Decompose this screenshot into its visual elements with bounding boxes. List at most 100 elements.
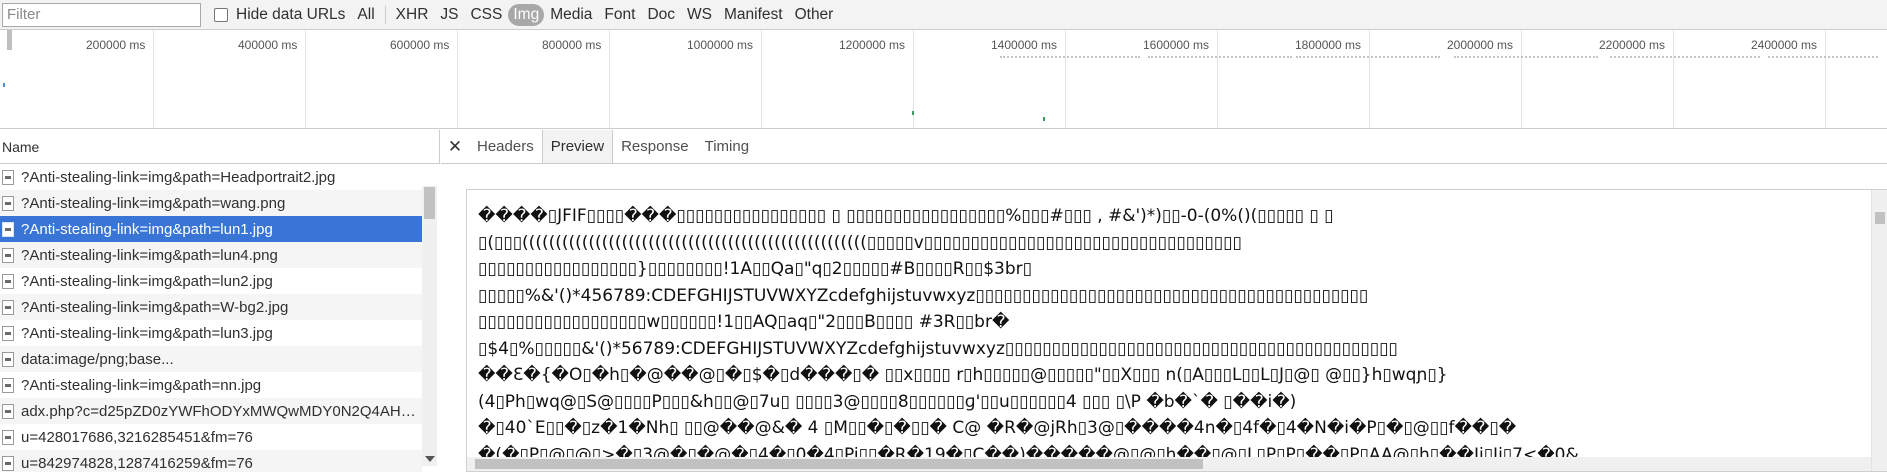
request-name: data:image/png;base... bbox=[21, 350, 174, 368]
overview-request-bars bbox=[1454, 56, 1598, 58]
request-row[interactable]: u=428017686,3216285451&fm=76 bbox=[0, 424, 422, 450]
document-file-icon bbox=[2, 455, 14, 471]
preview-line: ▯▯▯▯▯▯▯▯▯▯▯▯▯▯▯▯▯▯w▯▯▯▯▯▯!1▯▯AQ▯aq▯"2▯▯▯… bbox=[478, 312, 1010, 332]
overview-request-bars bbox=[1000, 56, 1140, 58]
request-row[interactable]: ?Anti-stealing-link=img&path=Headportrai… bbox=[0, 164, 422, 190]
request-row-selected[interactable]: ?Anti-stealing-link=img&path=lun1.jpg bbox=[0, 216, 422, 242]
request-row[interactable]: ?Anti-stealing-link=img&path=nn.jpg bbox=[0, 372, 422, 398]
request-row[interactable]: ?Anti-stealing-link=img&path=W-bg2.jpg bbox=[0, 294, 422, 320]
preview-line: (4▯Ph▯wq@▯S@▯▯▯▯P▯▯▯&h▯▯@▯7u▯ ▯▯▯▯3@▯▯▯▯… bbox=[478, 391, 1297, 412]
type-filter-img[interactable]: Img bbox=[508, 3, 545, 26]
overview-request-marker bbox=[912, 111, 914, 115]
preview-horizontal-scrollbar[interactable] bbox=[467, 457, 1871, 471]
overview-tick-label: 800000 ms bbox=[542, 38, 602, 52]
overview-request-bars bbox=[1296, 56, 1440, 58]
name-column-header[interactable]: Name bbox=[0, 130, 440, 164]
type-filter-other[interactable]: Other bbox=[789, 4, 840, 26]
overview-request-bars bbox=[1768, 56, 1878, 58]
request-row[interactable]: u=842974828,1287416259&fm=76 bbox=[0, 450, 422, 472]
network-filter-bar: Hide data URLs All XHR JS CSS Img Media … bbox=[0, 0, 1887, 30]
image-file-icon bbox=[2, 247, 14, 263]
overview-request-bars bbox=[1148, 56, 1292, 58]
request-name: ?Anti-stealing-link=img&path=lun3.jpg bbox=[21, 324, 273, 342]
request-row[interactable]: ?Anti-stealing-link=img&path=lun2.jpg bbox=[0, 268, 422, 294]
preview-content: ����▯JFIF▯▯▯▯���▯▯▯▯▯▯▯▯▯▯▯▯▯▯▯▯ ▯ ▯▯▯▯▯… bbox=[478, 203, 1878, 468]
overview-gridline bbox=[457, 30, 458, 128]
preview-text-box[interactable]: ����▯JFIF▯▯▯▯���▯▯▯▯▯▯▯▯▯▯▯▯▯▯▯▯ ▯ ▯▯▯▯▯… bbox=[466, 189, 1887, 472]
request-list-scroll-thumb[interactable] bbox=[424, 187, 435, 219]
preview-line: ��Ɛ�{�O▯�h▯�@��@▯�▯$�▯d���▯� ▯▯x▯▯▯▯ r▯h… bbox=[478, 365, 1448, 385]
type-filter-css[interactable]: CSS bbox=[464, 4, 508, 26]
type-filter-font[interactable]: Font bbox=[598, 4, 641, 26]
overview-gridline bbox=[153, 30, 154, 128]
overview-gridline bbox=[1673, 30, 1674, 128]
request-name: ?Anti-stealing-link=img&path=lun1.jpg bbox=[21, 220, 273, 238]
image-file-icon bbox=[2, 325, 14, 341]
scroll-down-arrow-icon[interactable] bbox=[425, 456, 435, 462]
preview-line: �▯40`E▯▯�▯z�1�Nh▯ ▯▯@��@&� 4 ▯M▯▯�▯�▯▯� … bbox=[478, 418, 1517, 438]
overview-request-marker bbox=[3, 83, 5, 87]
filter-input[interactable] bbox=[2, 2, 201, 27]
overview-gridline bbox=[761, 30, 762, 128]
image-file-icon bbox=[2, 377, 14, 393]
type-filter-all[interactable]: All bbox=[351, 4, 380, 26]
request-row[interactable]: ?Anti-stealing-link=img&path=lun3.jpg bbox=[0, 320, 422, 346]
preview-line: ▯$4▯%▯▯▯▯▯&'()*56789:CDEFGHIJSTUVWXYZcde… bbox=[478, 338, 1398, 359]
overview-tick-label: 1000000 ms bbox=[687, 38, 754, 52]
image-file-icon bbox=[2, 195, 14, 211]
type-filter-ws[interactable]: WS bbox=[681, 4, 718, 26]
document-file-icon bbox=[2, 429, 14, 445]
overview-gridline bbox=[305, 30, 306, 128]
overview-tick-label: 1400000 ms bbox=[991, 38, 1058, 52]
detail-tab-bar: ✕ Headers Preview Response Timing bbox=[441, 130, 1887, 164]
type-filter-js[interactable]: JS bbox=[434, 4, 464, 26]
overview-tick-label: 1800000 ms bbox=[1295, 38, 1362, 52]
type-filter-separator bbox=[384, 5, 386, 24]
overview-request-marker bbox=[1043, 117, 1045, 121]
overview-gridline bbox=[1369, 30, 1370, 128]
tab-timing[interactable]: Timing bbox=[697, 130, 757, 163]
request-name: ?Anti-stealing-link=img&path=wang.png bbox=[21, 194, 286, 212]
preview-vertical-scroll-thumb[interactable] bbox=[1875, 212, 1885, 224]
overview-left-handle[interactable] bbox=[7, 30, 12, 50]
overview-tick-label: 2200000 ms bbox=[1599, 38, 1666, 52]
request-row[interactable]: data:image/png;base... bbox=[0, 346, 422, 372]
close-icon[interactable]: ✕ bbox=[441, 130, 469, 163]
request-row[interactable]: adx.php?c=d25pZD0zYWFhODYxMWQwMDY0N2Q4AH… bbox=[0, 398, 422, 424]
preview-horizontal-scroll-thumb[interactable] bbox=[475, 459, 1203, 469]
hide-data-urls-toggle[interactable]: Hide data URLs bbox=[214, 3, 345, 27]
type-filter-doc[interactable]: Doc bbox=[641, 4, 681, 26]
overview-request-bars bbox=[1610, 56, 1760, 58]
resource-type-filters: All XHR JS CSS Img Media Font Doc WS Man… bbox=[351, 3, 839, 27]
tab-preview[interactable]: Preview bbox=[541, 130, 614, 163]
overview-tick-label: 1200000 ms bbox=[839, 38, 906, 52]
request-name: adx.php?c=d25pZD0zYWFhODYxMWQwMDY0N2Q4AH… bbox=[21, 402, 422, 420]
request-list: ?Anti-stealing-link=img&path=Headportrai… bbox=[0, 164, 422, 472]
image-file-icon bbox=[2, 169, 14, 185]
tab-headers[interactable]: Headers bbox=[469, 130, 542, 163]
request-row[interactable]: ?Anti-stealing-link=img&path=lun4.png bbox=[0, 242, 422, 268]
image-file-icon bbox=[2, 273, 14, 289]
preview-vertical-scrollbar[interactable] bbox=[1871, 190, 1887, 471]
type-filter-xhr[interactable]: XHR bbox=[390, 4, 435, 26]
overview-gridline bbox=[1825, 30, 1826, 128]
overview-gridline bbox=[1217, 30, 1218, 128]
type-filter-media[interactable]: Media bbox=[544, 4, 598, 26]
hide-data-urls-checkbox[interactable] bbox=[214, 7, 228, 22]
tab-response[interactable]: Response bbox=[613, 130, 697, 163]
hide-data-urls-label: Hide data URLs bbox=[236, 5, 346, 23]
request-row[interactable]: ?Anti-stealing-link=img&path=wang.png bbox=[0, 190, 422, 216]
preview-line: ����▯JFIF▯▯▯▯���▯▯▯▯▯▯▯▯▯▯▯▯▯▯▯▯ ▯ ▯▯▯▯▯… bbox=[478, 206, 1334, 226]
overview-tick-label: 1600000 ms bbox=[1143, 38, 1210, 52]
type-filter-manifest[interactable]: Manifest bbox=[718, 4, 789, 26]
request-list-scrollbar[interactable] bbox=[422, 186, 437, 466]
overview-tick-label: 200000 ms bbox=[86, 38, 146, 52]
network-overview-timeline[interactable]: 200000 ms 400000 ms 600000 ms 800000 ms … bbox=[0, 30, 1887, 129]
image-file-icon bbox=[2, 221, 14, 237]
preview-line: ▯▯▯▯▯▯▯▯▯▯▯▯▯▯▯▯▯}▯▯▯▯▯▯▯▯!1A▯▯Qa▯"q▯2▯▯… bbox=[478, 259, 1032, 279]
request-name: ?Anti-stealing-link=img&path=lun2.jpg bbox=[21, 272, 273, 290]
overview-gridline bbox=[1065, 30, 1066, 128]
request-name: ?Anti-stealing-link=img&path=Headportrai… bbox=[21, 168, 336, 186]
request-name: ?Anti-stealing-link=img&path=lun4.png bbox=[21, 246, 278, 264]
overview-gridline bbox=[609, 30, 610, 128]
